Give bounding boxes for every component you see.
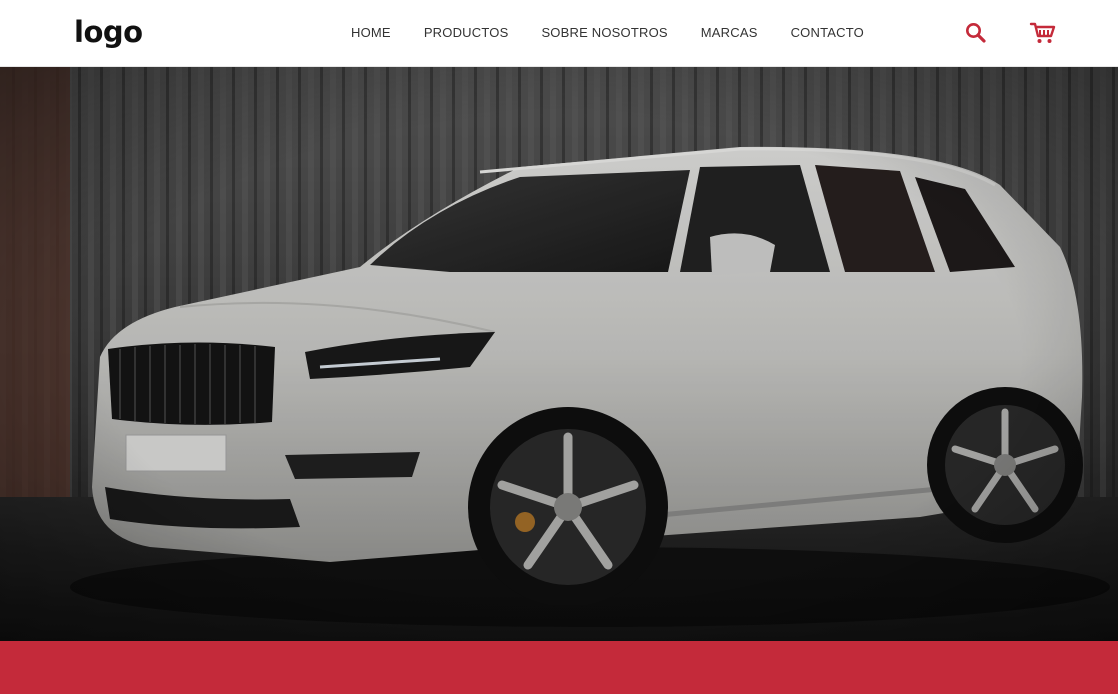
main-nav: HOME PRODUCTOS SOBRE NOSOTROS MARCAS CON… [351,24,864,42]
search-icon [966,23,986,43]
cart-icon [1029,22,1056,43]
cart-button[interactable] [1028,18,1058,48]
nav-sobre-nosotros[interactable]: SOBRE NOSOTROS [541,24,667,42]
nav-home[interactable]: HOME [351,24,391,42]
hero-image [0,67,1118,641]
site-header: logo HOME PRODUCTOS SOBRE NOSOTROS MARCA… [0,0,1118,67]
search-button[interactable] [961,18,991,48]
nav-contacto[interactable]: CONTACTO [791,24,864,42]
nav-productos[interactable]: PRODUCTOS [424,24,509,42]
hero-banner [0,67,1118,641]
nav-marcas[interactable]: MARCAS [701,24,758,42]
logo[interactable]: logo [74,12,143,52]
accent-band [0,641,1118,694]
